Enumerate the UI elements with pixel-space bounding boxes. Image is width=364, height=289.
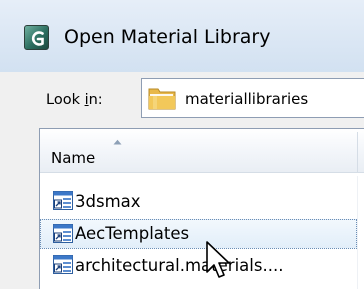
shortcut-icon: [53, 191, 73, 210]
list-item[interactable]: architectural.materials....: [40, 251, 357, 281]
column-divider[interactable]: [357, 132, 358, 172]
sort-ascending-icon: [113, 139, 122, 145]
column-header-label: Name: [51, 149, 96, 167]
look-in-label: Look in:: [46, 92, 103, 108]
title-bar[interactable]: Open Material Library: [0, 0, 364, 72]
mouse-cursor-icon: [206, 241, 230, 278]
open-material-library-dialog: Open Material Library Look in: materiall…: [0, 0, 364, 289]
look-in-label-text: Look in:: [46, 92, 103, 108]
shortcut-icon: [53, 255, 73, 274]
list-item-label: AecTemplates: [75, 224, 190, 243]
look-in-value: materiallibraries: [185, 90, 309, 108]
column-gridline: [357, 176, 358, 289]
list-item[interactable]: 3dsmax: [40, 187, 357, 217]
list-item-label: 3dsmax: [75, 192, 141, 211]
folder-icon: [148, 88, 176, 110]
window-title: Open Material Library: [64, 26, 271, 48]
list-item-label: architectural.materials....: [75, 256, 284, 275]
3ds-max-app-icon[interactable]: [24, 25, 49, 50]
shortcut-icon: [53, 224, 73, 243]
list-item-selected[interactable]: AecTemplates: [40, 219, 357, 249]
